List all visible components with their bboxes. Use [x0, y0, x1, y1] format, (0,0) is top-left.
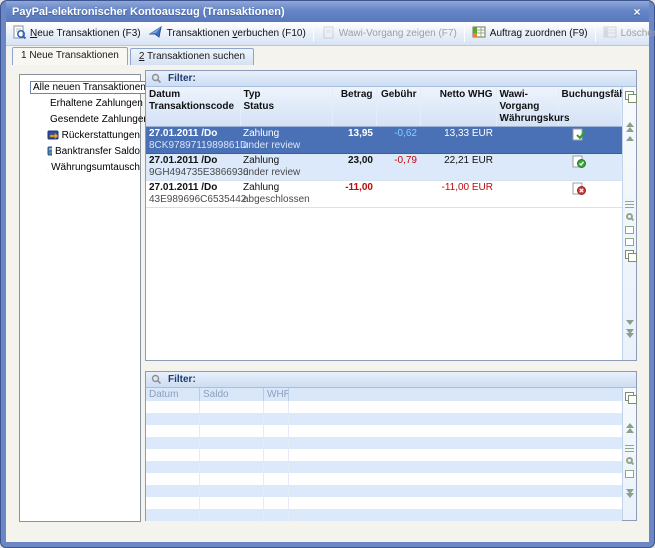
- transactions-grid: Filter: DatumTransaktionscode TypStatus: [145, 70, 637, 361]
- transactions-filter-bar[interactable]: Filter:: [146, 71, 636, 87]
- new-transactions-button[interactable]: Neue Transaktionen (F3): [9, 24, 144, 44]
- transaction-row[interactable]: 27.01.2011 /Do43E989696C6535442 Zahlunga…: [146, 181, 622, 208]
- empty-row[interactable]: [146, 401, 622, 413]
- window-body: Neue Transaktionen (F3) Transaktionen ve…: [6, 22, 649, 542]
- search-icon[interactable]: [626, 457, 633, 464]
- grids-column: Filter: DatumTransaktionscode TypStatus: [145, 70, 637, 521]
- empty-row[interactable]: [146, 473, 622, 485]
- tree-item-erhaltene-zahlungen[interactable]: Erhaltene Zahlungen: [20, 95, 140, 111]
- post-transactions-button[interactable]: Transaktionen verbuchen (F10): [146, 24, 309, 44]
- empty-row[interactable]: [146, 485, 622, 497]
- tab-neue-transaktionen[interactable]: 1 Neue Transaktionen: [12, 47, 128, 65]
- close-icon[interactable]: ×: [629, 5, 645, 19]
- bank-transfer-icon: [47, 145, 52, 157]
- doc-red-x-circle-icon: [572, 182, 586, 195]
- magnifier-icon: [151, 374, 162, 385]
- tree-root-alle-neuen-transaktionen[interactable]: Alle neuen Transaktionen: [20, 79, 140, 95]
- delete-assignment-button[interactable]: Löschen Zuordnung Auftrag (F4): [600, 24, 655, 44]
- view-list-icon[interactable]: [625, 201, 634, 209]
- saldo-header-row[interactable]: Datum Saldo WHR: [146, 388, 622, 401]
- wawi-show-button[interactable]: Wawi-Vorgang zeigen (F7): [318, 24, 460, 44]
- transactions-header-row[interactable]: DatumTransaktionscode TypStatus Betrag G…: [146, 87, 622, 127]
- assign-order-button[interactable]: Auftrag zuordnen (F9): [469, 24, 591, 44]
- toolbar-separator: [595, 26, 596, 42]
- transactions-table: DatumTransaktionscode TypStatus Betrag G…: [146, 87, 622, 208]
- tree-item-rueckerstattungen[interactable]: Rückerstattungen: [20, 127, 140, 143]
- toolbar-separator: [464, 26, 465, 42]
- grid-side-strip: [622, 87, 636, 360]
- doc-green-check-circle-icon: [572, 155, 586, 168]
- empty-row[interactable]: [146, 449, 622, 461]
- scroll-up-icon[interactable]: [626, 127, 634, 132]
- column-header-netto-whg[interactable]: Netto WHG: [420, 87, 496, 127]
- tree-item-gesendete-zahlungen[interactable]: Gesendete Zahlungen: [20, 111, 140, 127]
- scroll-page-down-icon[interactable]: [626, 320, 634, 325]
- saldo-empty-rows: [146, 401, 622, 521]
- column-header-datum[interactable]: Datum: [146, 388, 200, 401]
- grid-side-strip: [622, 388, 636, 520]
- transaction-row[interactable]: 27.01.2011 /Do8CK9789711989861D Zahlungu…: [146, 127, 622, 154]
- tree-item-banktransfer-saldo[interactable]: Banktransfer Saldo: [20, 143, 140, 159]
- edit-icon[interactable]: [625, 226, 634, 234]
- transaction-row[interactable]: 27.01.2011 /Do9GH494735E3866936 Zahlungu…: [146, 154, 622, 181]
- filter-label: Filter:: [168, 374, 196, 385]
- new-transactions-icon: [12, 25, 27, 43]
- column-header-wawi-vorgang[interactable]: Wawi-VorgangWährungskurs: [496, 87, 558, 127]
- filter-label: Filter:: [168, 73, 196, 84]
- tree-root-label[interactable]: Alle neuen Transaktionen: [30, 81, 149, 94]
- assign-order-icon: [472, 25, 487, 43]
- empty-row[interactable]: [146, 425, 622, 437]
- sort-icon[interactable]: [625, 238, 634, 246]
- scroll-top-icon[interactable]: [626, 105, 634, 123]
- doc-green-check-icon: [572, 128, 586, 141]
- scroll-page-up-icon[interactable]: [626, 136, 634, 141]
- edit-icon[interactable]: [625, 470, 634, 478]
- empty-row[interactable]: [146, 437, 622, 449]
- copy-pages-icon[interactable]: [625, 392, 635, 402]
- delete-assignment-icon: [603, 25, 618, 43]
- empty-row[interactable]: [146, 509, 622, 521]
- saldo-filter-bar[interactable]: Filter:: [146, 372, 636, 388]
- copy-pages-icon[interactable]: [625, 91, 635, 101]
- column-header-betrag[interactable]: Betrag: [332, 87, 376, 127]
- window-title: PayPal-elektronischer Kontoauszug (Trans…: [12, 6, 629, 18]
- empty-row[interactable]: [146, 461, 622, 473]
- refunds-icon: [47, 129, 59, 141]
- saldo-grid: Filter: Datum Saldo WHR: [145, 371, 637, 521]
- category-tree: Alle neuen Transaktionen Erhaltene Zahlu…: [19, 74, 141, 522]
- scroll-up-icon[interactable]: [626, 428, 634, 433]
- scroll-bottom-icon[interactable]: [626, 338, 634, 356]
- view-list-icon[interactable]: [625, 445, 634, 453]
- tab-transaktionen-suchen[interactable]: 2 Transaktionen suchen: [130, 48, 254, 65]
- currency-exchange-icon: [47, 161, 48, 173]
- column-header-saldo[interactable]: Saldo: [200, 388, 264, 401]
- window-copy-icon[interactable]: [625, 250, 635, 260]
- tree-item-waehrungsumtausch[interactable]: Währungsumtausch: [20, 159, 140, 175]
- column-header-whr[interactable]: WHR: [264, 388, 289, 401]
- column-header-gebuehr[interactable]: Gebühr: [376, 87, 420, 127]
- post-transactions-icon: [149, 25, 164, 43]
- transactions-table-area: DatumTransaktionscode TypStatus Betrag G…: [146, 87, 622, 360]
- toolbar: Neue Transaktionen (F3) Transaktionen ve…: [6, 22, 649, 46]
- saldo-table-area: Datum Saldo WHR: [146, 388, 622, 520]
- empty-row[interactable]: [146, 413, 622, 425]
- app-window: PayPal-elektronischer Kontoauszug (Trans…: [0, 0, 655, 548]
- magnifier-icon: [151, 73, 162, 84]
- scroll-top-icon[interactable]: [626, 406, 634, 424]
- titlebar[interactable]: PayPal-elektronischer Kontoauszug (Trans…: [6, 1, 649, 22]
- wawi-show-icon: [321, 25, 336, 43]
- toolbar-separator: [313, 26, 314, 42]
- column-header-typ[interactable]: TypStatus: [240, 87, 332, 127]
- tab-bar: 1 Neue Transaktionen 2 Transaktionen suc…: [6, 46, 649, 65]
- search-icon[interactable]: [626, 213, 633, 220]
- empty-row[interactable]: [146, 497, 622, 509]
- column-header-datum[interactable]: DatumTransaktionscode: [146, 87, 240, 127]
- scroll-bottom-icon[interactable]: [626, 498, 634, 516]
- workspace: Alle neuen Transaktionen Erhaltene Zahlu…: [6, 65, 649, 542]
